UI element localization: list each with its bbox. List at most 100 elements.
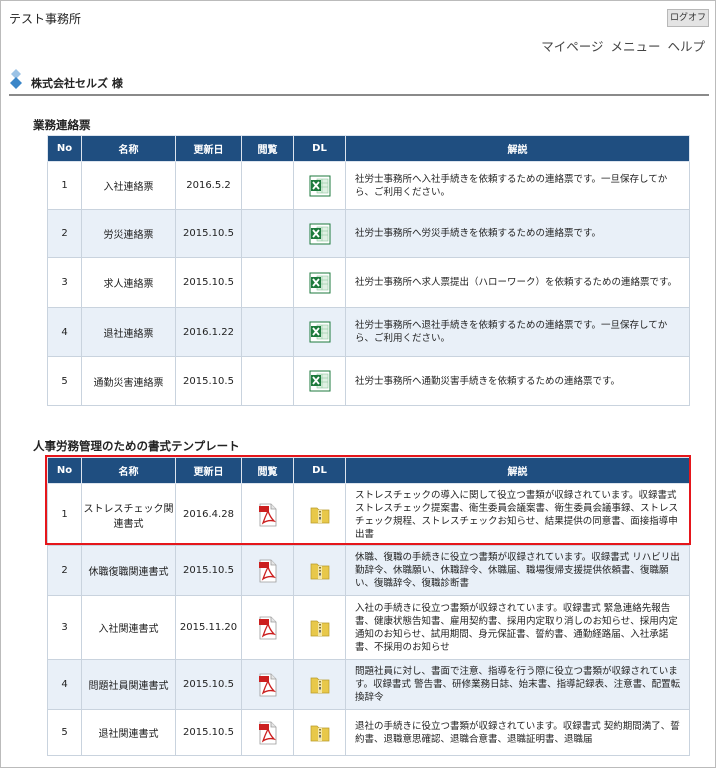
row-dl-cell xyxy=(293,257,346,308)
pdf-icon[interactable] xyxy=(258,673,278,697)
column-header-name: 名称 xyxy=(81,135,176,162)
contact-form-row: 1 入社連絡票 2016.5.2 社労士事務所へ入社手続きを依頼するための連絡票です。… xyxy=(47,161,690,210)
row-name: 通勤災害連絡票 xyxy=(81,356,176,406)
row-dl-cell xyxy=(293,545,346,596)
row-description: 入社の手続きに役立つ書類が収録されています。収録書式 緊急連絡先報告書、健康状態… xyxy=(345,595,690,660)
excel-icon[interactable] xyxy=(309,321,331,343)
excel-icon[interactable] xyxy=(309,175,331,197)
top-nav: マイページ メニュー ヘルプ xyxy=(534,36,705,55)
zip-folder-icon[interactable] xyxy=(310,561,330,580)
row-name: 退社関連書式 xyxy=(81,709,176,756)
row-view-cell xyxy=(241,161,294,210)
row-date: 2016.5.2 xyxy=(175,161,242,210)
table-header-row: No 名称 更新日 閲覧 DL 解説 xyxy=(47,135,690,162)
template-row: 5 退社関連書式 2015.10.5 退社の手続きに役立つ書類が収録されています。収録… xyxy=(47,709,690,756)
pdf-icon[interactable] xyxy=(258,503,278,527)
zip-folder-icon[interactable] xyxy=(310,675,330,694)
contact-form-row: 5 通勤災害連絡票 2015.10.5 社労士事務所へ通勤災害手続きを依頼するための連… xyxy=(47,356,690,406)
row-description: 問題社員に対し、書面で注意、指導を行う際に役立つ書類が収録されています。収録書式… xyxy=(345,659,690,710)
row-name: 労災連絡票 xyxy=(81,209,176,258)
page-frame: テスト事務所 ログオフ マイページ メニュー ヘルプ 株式会社セルズ 様 業務連絡票… xyxy=(0,0,716,768)
row-name: 入社関連書式 xyxy=(81,595,176,660)
row-no: 1 xyxy=(47,161,82,210)
contact-form-row: 4 退社連絡票 2016.1.22 社労士事務所へ退社手続きを依頼するための連絡票です… xyxy=(47,307,690,357)
row-description: ストレスチェックの導入に関して役立つ書類が収録されています。収録書式 ストレスチ… xyxy=(345,483,690,546)
row-name: ストレスチェック関連書式 xyxy=(81,483,176,546)
row-view-cell xyxy=(241,709,294,756)
column-header-desc: 解説 xyxy=(345,135,690,162)
diamond-icon xyxy=(10,69,22,89)
row-date: 2015.10.5 xyxy=(175,356,242,406)
zip-folder-icon[interactable] xyxy=(310,505,330,524)
company-name: 株式会社セルズ 様 xyxy=(31,77,123,90)
row-dl-cell xyxy=(293,595,346,660)
row-dl-cell xyxy=(293,209,346,258)
row-view-cell xyxy=(241,307,294,357)
excel-icon[interactable] xyxy=(309,370,331,392)
pdf-icon[interactable] xyxy=(258,616,278,640)
table-header-row: No 名称 更新日 閲覧 DL 解説 xyxy=(47,457,690,484)
section-title-contact-forms: 業務連絡票 xyxy=(33,118,91,132)
row-no: 1 xyxy=(47,483,82,546)
column-header-dl: DL xyxy=(293,135,346,162)
contact-forms-table: No 名称 更新日 閲覧 DL 解説 1 入社連絡票 2016.5.2 社労士事務所へ入社手続きを… xyxy=(47,135,690,406)
section-title-templates: 人事労務管理のための書式テンプレート xyxy=(33,439,240,453)
row-date: 2015.11.20 xyxy=(175,595,242,660)
row-no: 5 xyxy=(47,709,82,756)
column-header-view: 閲覧 xyxy=(241,457,294,484)
company-bar: 株式会社セルズ 様 xyxy=(9,63,709,96)
nav-mypage-link[interactable]: マイページ xyxy=(541,39,603,54)
contact-form-row: 2 労災連絡票 2015.10.5 社労士事務所へ労災手続きを依頼するための連絡票です… xyxy=(47,209,690,258)
row-name: 入社連絡票 xyxy=(81,161,176,210)
row-no: 2 xyxy=(47,545,82,596)
row-view-cell xyxy=(241,659,294,710)
template-row: 3 入社関連書式 2015.11.20 入社の手続きに役立つ書類が収録されています。収… xyxy=(47,595,690,660)
column-header-desc: 解説 xyxy=(345,457,690,484)
pdf-icon[interactable] xyxy=(258,559,278,583)
row-view-cell xyxy=(241,595,294,660)
row-dl-cell xyxy=(293,659,346,710)
row-description: 社労士事務所へ退社手続きを依頼するための連絡票です。一旦保存してから、ご利用くだ… xyxy=(345,307,690,357)
row-dl-cell xyxy=(293,356,346,406)
row-no: 2 xyxy=(47,209,82,258)
row-no: 4 xyxy=(47,307,82,357)
template-row: 2 休職復職関連書式 2015.10.5 休職、復職の手続きに役立つ書類が収録されてい… xyxy=(47,545,690,596)
row-date: 2016.1.22 xyxy=(175,307,242,357)
app-title: テスト事務所 xyxy=(9,12,82,26)
column-header-no: No xyxy=(47,457,82,484)
row-description: 休職、復職の手続きに役立つ書類が収録されています。収録書式 リハビリ出勤辞令、休… xyxy=(345,545,690,596)
zip-folder-icon[interactable] xyxy=(310,618,330,637)
column-header-dl: DL xyxy=(293,457,346,484)
column-header-date: 更新日 xyxy=(175,135,242,162)
contact-form-row: 3 求人連絡票 2015.10.5 社労士事務所へ求人票提出（ハローワーク）を依頼する… xyxy=(47,257,690,308)
row-no: 5 xyxy=(47,356,82,406)
template-row: 4 問題社員関連書式 2015.10.5 問題社員に対し、書面で注意、指導を行う際に役… xyxy=(47,659,690,710)
template-row: 1 ストレスチェック関連書式 2016.4.28 ストレスチェックの導入に関して役立つ… xyxy=(47,483,690,546)
row-date: 2015.10.5 xyxy=(175,257,242,308)
row-no: 3 xyxy=(47,257,82,308)
column-header-date: 更新日 xyxy=(175,457,242,484)
row-description: 社労士事務所へ求人票提出（ハローワーク）を依頼するための連絡票です。 xyxy=(345,257,690,308)
row-view-cell xyxy=(241,356,294,406)
pdf-icon[interactable] xyxy=(258,721,278,745)
row-dl-cell xyxy=(293,709,346,756)
row-description: 社労士事務所へ通勤災害手続きを依頼するための連絡票です。 xyxy=(345,356,690,406)
logout-button[interactable]: ログオフ xyxy=(667,9,709,27)
row-view-cell xyxy=(241,483,294,546)
row-no: 4 xyxy=(47,659,82,710)
nav-help-link[interactable]: ヘルプ xyxy=(667,39,705,54)
row-date: 2015.10.5 xyxy=(175,545,242,596)
excel-icon[interactable] xyxy=(309,272,331,294)
column-header-no: No xyxy=(47,135,82,162)
excel-icon[interactable] xyxy=(309,223,331,245)
row-description: 社労士事務所へ労災手続きを依頼するための連絡票です。 xyxy=(345,209,690,258)
nav-menu-link[interactable]: メニュー xyxy=(610,39,660,54)
templates-table: No 名称 更新日 閲覧 DL 解説 1 ストレスチェック関連書式 2016.4.28 ストレスチ… xyxy=(47,457,690,756)
row-name: 退社連絡票 xyxy=(81,307,176,357)
row-description: 退社の手続きに役立つ書類が収録されています。収録書式 契約期間満了、誓約書、退職… xyxy=(345,709,690,756)
row-name: 休職復職関連書式 xyxy=(81,545,176,596)
zip-folder-icon[interactable] xyxy=(310,723,330,742)
row-dl-cell xyxy=(293,307,346,357)
row-date: 2015.10.5 xyxy=(175,659,242,710)
row-no: 3 xyxy=(47,595,82,660)
